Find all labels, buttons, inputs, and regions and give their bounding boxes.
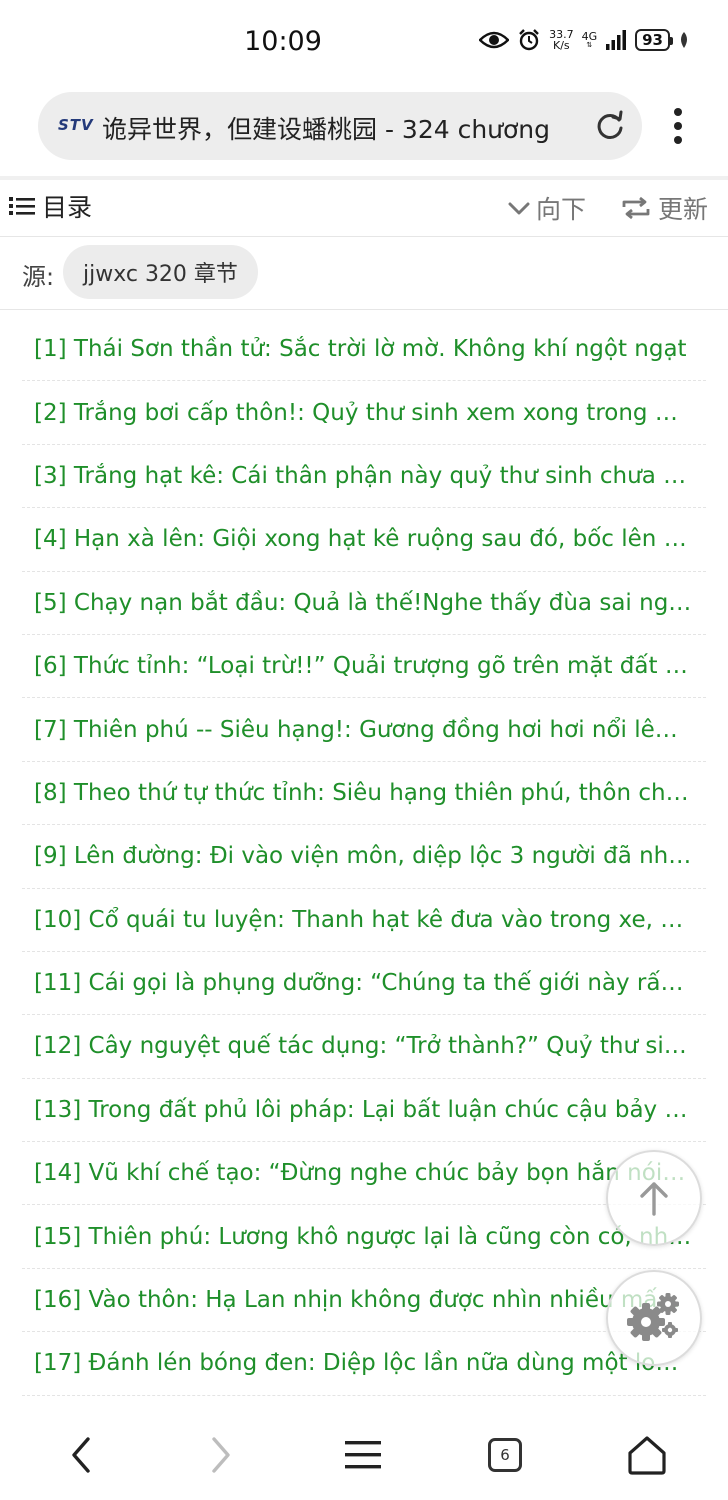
chapter-item[interactable]: [7] Thiên phú -- Siêu hạng!: Gương đồng …: [22, 698, 706, 762]
tabs-button[interactable]: 6: [482, 1432, 528, 1478]
chapter-list: [1] Thái Sơn thần tử: Sắc trời lờ mờ. Kh…: [22, 318, 706, 1396]
update-button[interactable]: 更新: [620, 190, 708, 226]
home-icon: [628, 1436, 666, 1475]
scroll-down-label: 向下: [536, 195, 587, 224]
update-label: 更新: [658, 195, 709, 224]
chapter-item[interactable]: [5] Chạy nạn bắt đầu: Quả là thế!Nghe th…: [22, 572, 706, 635]
status-bar: 10:09 33.7 K/s 4G ⇅ 93: [0, 0, 728, 86]
reload-icon[interactable]: [592, 108, 628, 144]
gears-icon: [627, 1293, 679, 1341]
network-type: 4G ⇅: [581, 30, 598, 49]
tab-count: 6: [488, 1438, 522, 1472]
chapter-title[interactable]: [5] Chạy nạn bắt đầu: Quả là thế!Nghe th…: [34, 590, 692, 616]
chapter-item[interactable]: [17] Đánh lén bóng đen: Diệp lộc lần nữa…: [22, 1332, 706, 1396]
chapter-title[interactable]: [1] Thái Sơn thần tử: Sắc trời lờ mờ. Kh…: [34, 336, 692, 362]
more-menu-icon[interactable]: [662, 106, 694, 146]
hamburger-icon: [345, 1441, 381, 1469]
source-label: 源:: [22, 263, 55, 291]
eye-icon: [479, 31, 510, 49]
leaf-icon: [681, 32, 687, 48]
chapter-title[interactable]: [17] Đánh lén bóng đen: Diệp lộc lần nữa…: [34, 1350, 692, 1376]
alarm-icon: [519, 29, 539, 51]
chapter-title[interactable]: [14] Vũ khí chế tạo: “Đừng nghe chúc bảy…: [34, 1160, 692, 1186]
chapter-item[interactable]: [10] Cổ quái tu luyện: Thanh hạt kê đưa …: [22, 889, 706, 952]
chapter-item[interactable]: [3] Trắng hạt kê: Cái thân phận này quỷ …: [22, 445, 706, 509]
table-of-contents-button[interactable]: 目录: [8, 188, 92, 224]
chapter-title[interactable]: [13] Trong đất phủ lôi pháp: Lại bất luậ…: [34, 1097, 692, 1123]
chapter-item[interactable]: [9] Lên đường: Đi vào viện môn, diệp lộc…: [22, 825, 706, 889]
bottom-navigation: 6: [0, 1410, 728, 1500]
list-icon: [9, 197, 35, 215]
settings-button[interactable]: [606, 1270, 702, 1366]
chapter-item[interactable]: [12] Cây nguyệt quế tác dụng: “Trở thành…: [22, 1015, 706, 1079]
network-speed: 33.7 K/s: [549, 29, 574, 51]
refresh-icon: [622, 196, 650, 220]
toc-label: 目录: [42, 193, 93, 222]
scroll-to-top-button[interactable]: [606, 1150, 702, 1246]
chapter-title[interactable]: [16] Vào thôn: Hạ Lan nhịn không được nh…: [34, 1287, 692, 1313]
chapter-item[interactable]: [6] Thức tỉnh: “Loại trừ!!” Quải trượng …: [22, 635, 706, 699]
site-logo: STV: [58, 116, 94, 134]
battery-indicator: 93: [635, 29, 673, 51]
chapter-title[interactable]: [8] Theo thứ tự thức tỉnh: Siêu hạng thi…: [34, 780, 692, 806]
chapter-title[interactable]: [4] Hạn xà lên: Giội xong hạt kê ruộng s…: [34, 526, 692, 552]
forward-button[interactable]: [198, 1432, 244, 1478]
chapter-title[interactable]: [9] Lên đường: Đi vào viện môn, diệp lộc…: [34, 843, 692, 869]
browser-page: 10:09 33.7 K/s 4G ⇅ 93 STV 诡异世界，但建设蟠桃园 -…: [0, 0, 728, 1500]
chapter-title[interactable]: [11] Cái gọi là phụng dưỡng: “Chúng ta t…: [34, 970, 692, 996]
chapter-title[interactable]: [7] Thiên phú -- Siêu hạng!: Gương đồng …: [34, 717, 692, 743]
chevron-right-icon: [212, 1437, 230, 1473]
chapter-item[interactable]: [15] Thiên phú: Lương khô ngược lại là c…: [22, 1205, 706, 1269]
chapter-title[interactable]: [2] Trắng bơi cấp thôn!: Quỷ thư sinh xe…: [34, 400, 692, 426]
chapter-title[interactable]: [6] Thức tỉnh: “Loại trừ!!” Quải trượng …: [34, 653, 692, 679]
back-button[interactable]: [58, 1432, 104, 1478]
status-icons: 33.7 K/s 4G ⇅ 93: [479, 28, 690, 52]
chapter-title[interactable]: [3] Trắng hạt kê: Cái thân phận này quỷ …: [34, 463, 692, 489]
chapter-title[interactable]: [15] Thiên phú: Lương khô ngược lại là c…: [34, 1224, 692, 1250]
chapter-item[interactable]: [16] Vào thôn: Hạ Lan nhịn không được nh…: [22, 1269, 706, 1333]
chapter-title[interactable]: [10] Cổ quái tu luyện: Thanh hạt kê đưa …: [34, 907, 692, 933]
chapter-item[interactable]: [2] Trắng bơi cấp thôn!: Quỷ thư sinh xe…: [22, 381, 706, 445]
chevron-left-icon: [72, 1437, 90, 1473]
chapter-item[interactable]: [8] Theo thứ tự thức tỉnh: Siêu hạng thi…: [22, 762, 706, 826]
menu-button[interactable]: [340, 1432, 386, 1478]
scroll-down-button[interactable]: 向下: [506, 190, 586, 226]
chapter-toolbar: 目录 向下 更新: [0, 180, 728, 237]
source-row: 源: jjwxc 320 章节: [0, 237, 728, 310]
chevron-down-icon: [508, 202, 530, 215]
page-title[interactable]: 诡异世界，但建设蟠桃园 - 324 chương: [102, 110, 578, 146]
chapter-item[interactable]: [13] Trong đất phủ lôi pháp: Lại bất luậ…: [22, 1079, 706, 1143]
chapter-title[interactable]: [12] Cây nguyệt quế tác dụng: “Trở thành…: [34, 1033, 692, 1059]
chapter-item[interactable]: [1] Thái Sơn thần tử: Sắc trời lờ mờ. Kh…: [22, 318, 706, 382]
network-speed-unit: K/s: [553, 39, 570, 52]
address-bar[interactable]: STV 诡异世界，但建设蟠桃园 - 324 chương: [38, 92, 642, 160]
signal-icon: [606, 30, 627, 50]
chapter-item[interactable]: [14] Vũ khí chế tạo: “Đừng nghe chúc bảy…: [22, 1142, 706, 1206]
chapter-item[interactable]: [4] Hạn xà lên: Giội xong hạt kê ruộng s…: [22, 508, 706, 572]
home-button[interactable]: [624, 1432, 670, 1478]
source-chip[interactable]: jjwxc 320 章节: [63, 245, 258, 299]
chapter-item[interactable]: [11] Cái gọi là phụng dưỡng: “Chúng ta t…: [22, 952, 706, 1016]
arrow-up-icon: [640, 1182, 668, 1216]
